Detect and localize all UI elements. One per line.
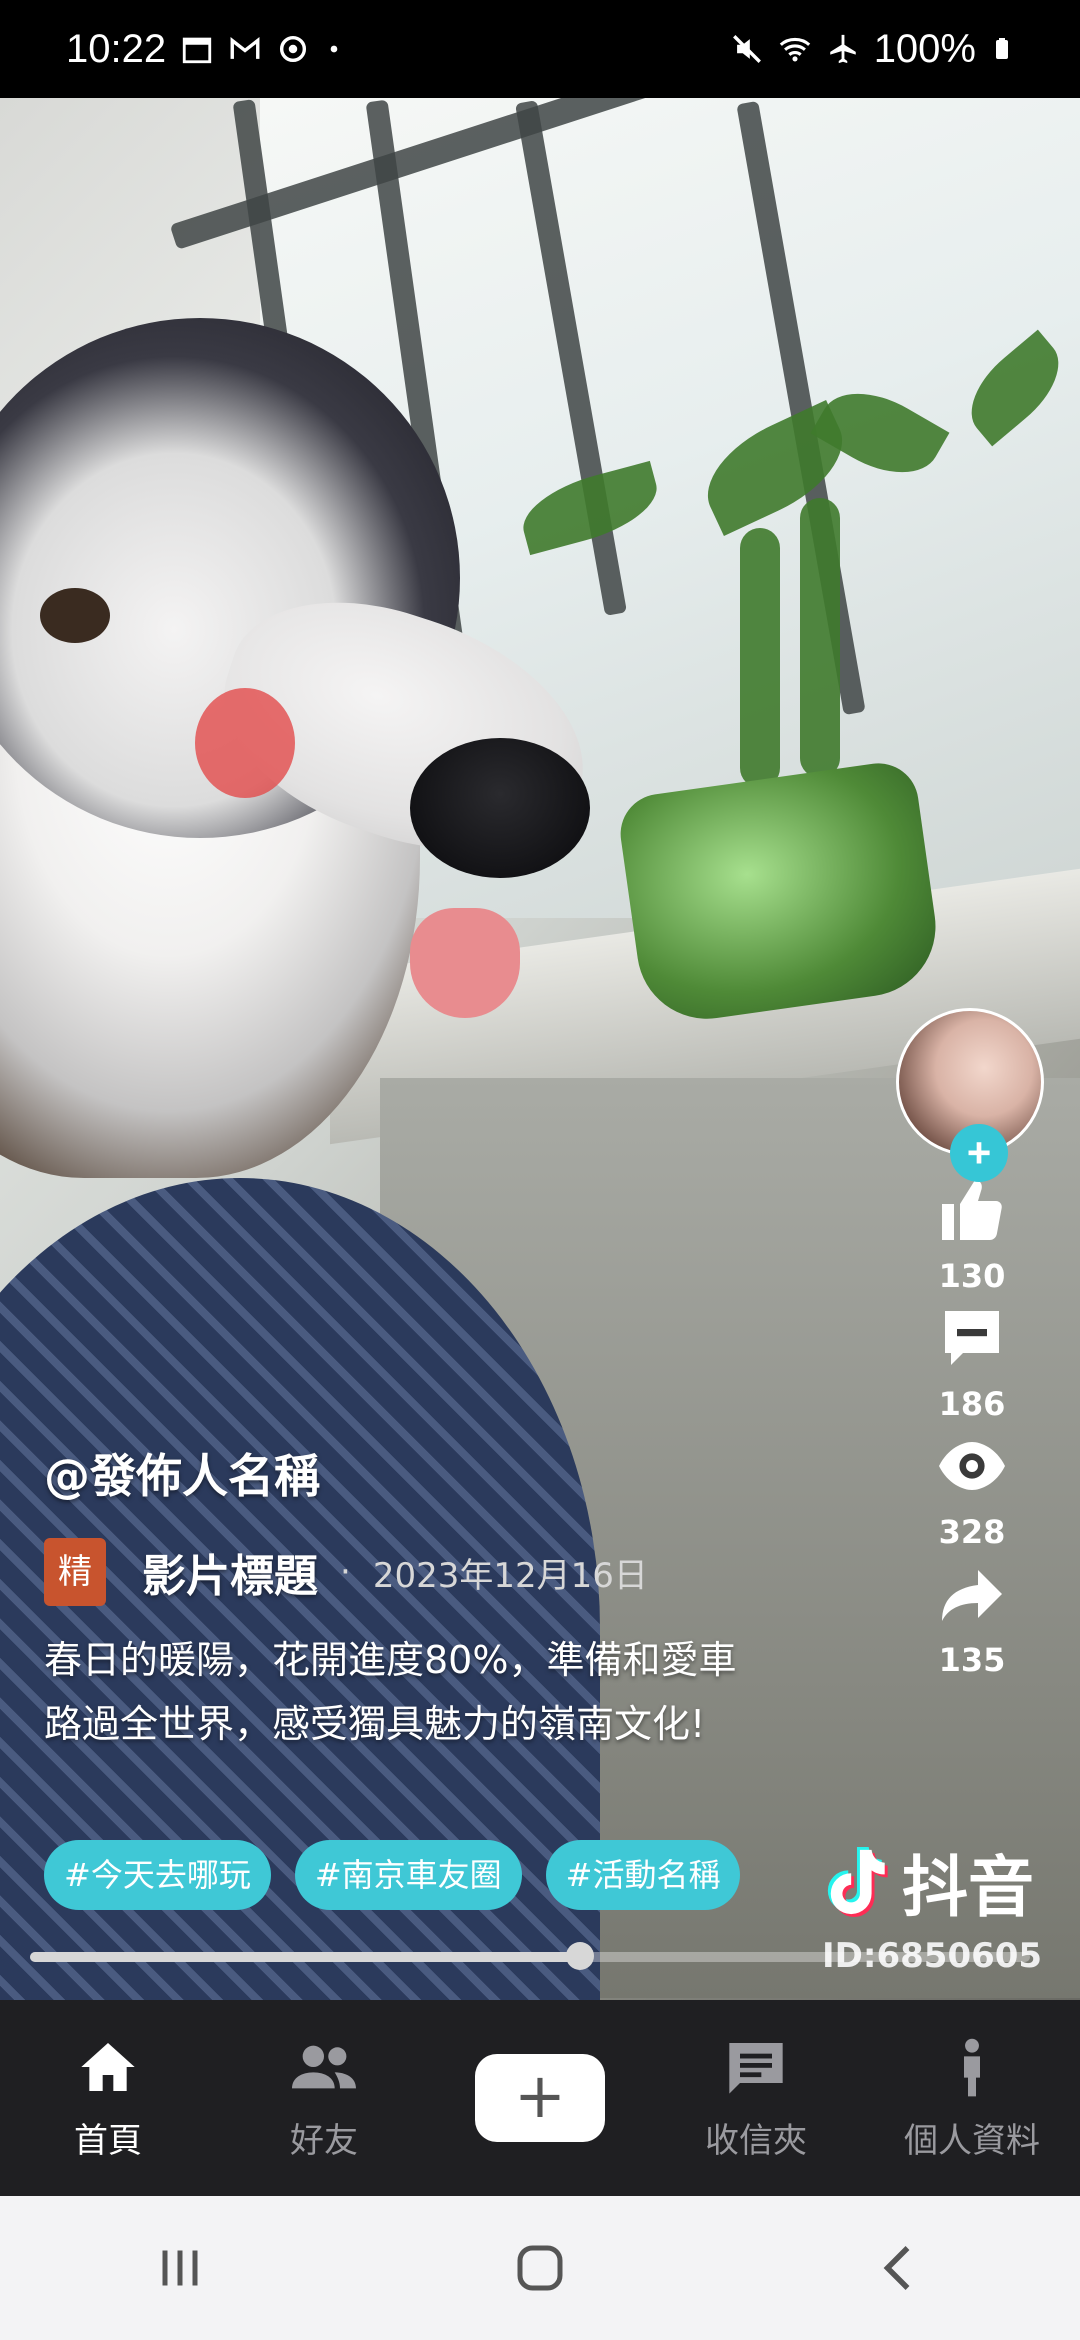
create-button[interactable]: + [475,2054,605,2142]
dog-nose [410,738,590,878]
dog-blush [195,688,295,798]
tab-inbox-label: 收信夾 [705,2120,807,2161]
tab-home-label: 首頁 [74,2120,142,2161]
watermark-brand: 抖音 [902,1849,1034,1926]
wifi-icon [779,37,810,62]
share-count: 135 [938,1641,1006,1679]
gmail-icon [230,37,260,59]
action-column: + 130 186 328 135 [896,1008,1048,1680]
bottom-nav: 首頁 好友 + 收信夾 個人資料 [0,2000,1080,2196]
video-title: 影片標題 [142,1551,318,1602]
battery-icon [996,38,1008,59]
status-right: 100% [730,27,1014,72]
dog-tongue [410,908,520,1018]
status-bar: 10:22 100% [0,0,1080,98]
like-count: 130 [938,1257,1006,1295]
hashtag-chip[interactable]: #今天去哪玩 [44,1840,271,1910]
recent-apps-button[interactable] [120,2218,240,2318]
back-chevron-icon [883,2246,910,2290]
plant-leaf [800,498,840,778]
tab-inbox[interactable]: 收信夾 [648,2000,864,2196]
home-square-icon [517,2245,563,2291]
author-name[interactable]: @發佈人名稱 [44,1440,320,1506]
watermark-logo: 抖音 [822,1834,1042,1930]
like-button[interactable]: 130 [896,1174,1048,1296]
home-system-button[interactable] [480,2218,600,2318]
friends-icon [292,2045,356,2088]
mute-icon [732,35,761,63]
comment-icon [945,1311,999,1365]
thumbs-up-icon [942,1180,1002,1240]
recents-icon [162,2250,198,2286]
view-count: 328 [938,1513,1006,1551]
progress-handle[interactable] [566,1942,594,1970]
comment-button[interactable]: 186 [896,1302,1048,1424]
video-date: 2023年12月16日 [372,1555,648,1596]
tab-create[interactable]: + [432,2000,648,2196]
calendar-icon [182,37,212,64]
plant-leaf [740,528,780,788]
dot-icon [330,45,338,53]
airplane-icon [829,34,856,64]
tab-profile-label: 個人資料 [904,2120,1040,2161]
video-description: 春日的暖陽，花開進度80%，準備和愛車路過全世界，感受獨具魅力的嶺南文化! [44,1638,737,1746]
progress-fill [30,1952,580,1962]
hashtag-list: #今天去哪玩 #南京車友圈 #活動名稱 [44,1840,741,1910]
douyin-logo-icon [827,1847,888,1917]
eye-icon [939,1442,1005,1490]
sync-icon [280,35,307,63]
follow-button[interactable]: + [950,1124,1008,1182]
system-nav-bar [0,2196,1080,2340]
comment-count: 186 [938,1385,1006,1423]
dog-eye [40,588,110,643]
back-button[interactable] [840,2218,960,2318]
home-icon [81,2042,135,2091]
featured-badge: 精 [44,1538,106,1606]
person-icon [964,2038,980,2096]
video-progress-bar[interactable] [30,1942,1030,1970]
date-separator: · [340,1552,351,1592]
views-button[interactable]: 328 [896,1430,1048,1552]
share-arrow-icon [942,1570,1002,1621]
tab-friends[interactable]: 好友 [216,2000,432,2196]
status-time: 10:22 [66,26,167,71]
status-left: 10:22 [66,27,344,72]
tab-profile[interactable]: 個人資料 [864,2000,1080,2196]
tab-friends-label: 好友 [290,2120,358,2161]
message-icon [729,2042,783,2094]
hashtag-chip[interactable]: #南京車友圈 [294,1840,522,1910]
share-button[interactable]: 135 [896,1558,1048,1680]
plant-pot [615,758,945,1028]
hashtag-chip[interactable]: #活動名稱 [545,1840,741,1910]
title-row: 精 影片標題 · 2023年12月16日 [44,1538,648,1606]
battery-percent: 100% [873,26,976,71]
tab-home[interactable]: 首頁 [0,2000,216,2196]
author-avatar-wrap: + [896,1008,1048,1182]
